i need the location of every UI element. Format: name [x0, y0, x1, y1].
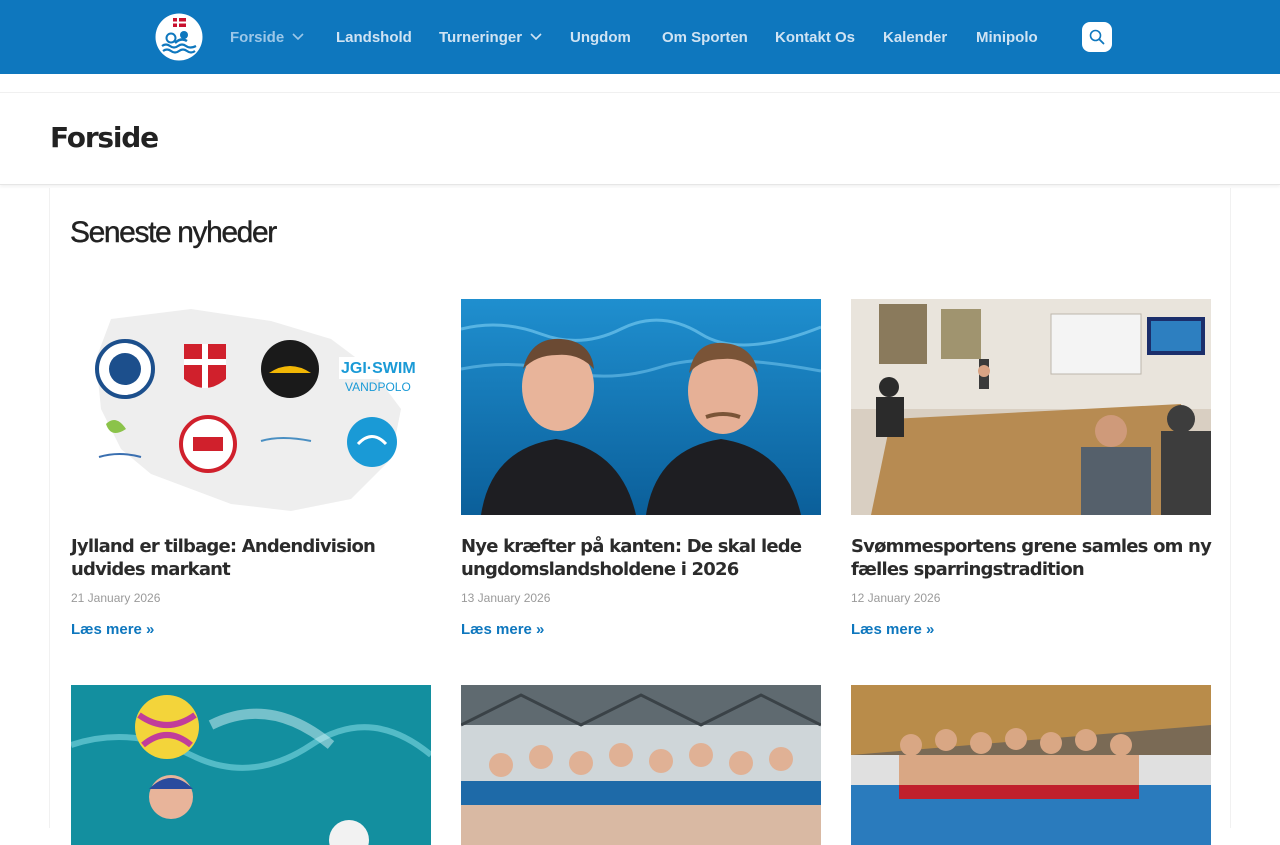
read-more-link[interactable]: Læs mere » — [71, 621, 154, 638]
meeting-room-image — [851, 299, 1211, 515]
news-card-date: 21 January 2026 — [71, 591, 161, 605]
news-card-image[interactable] — [851, 685, 1211, 845]
news-card-image[interactable]: JGI·SWIM VANDPOLO — [71, 299, 431, 515]
news-card-image[interactable] — [71, 685, 431, 845]
news-card: JGI·SWIM VANDPOLO Jylland er tilbage: An… — [71, 299, 431, 639]
svg-text:JGI·SWIM: JGI·SWIM — [341, 360, 416, 377]
nav-item-label: Minipolo — [976, 28, 1038, 46]
news-section: Seneste nyheder JGI·SWIM VANDPOLO Jyllan… — [49, 188, 1231, 845]
nav-item-kontakt-os[interactable]: Kontakt Os — [775, 27, 855, 47]
news-card-image[interactable] — [461, 685, 821, 845]
nav-item-ungdom[interactable]: Ungdom — [570, 27, 631, 47]
svg-text:VANDPOLO: VANDPOLO — [345, 380, 411, 394]
nav-item-label: Turneringer — [439, 28, 523, 46]
news-card-image[interactable] — [461, 299, 821, 515]
news-card: Nye kræfter på kanten: De skal lede ungd… — [461, 299, 821, 639]
nav-item-minipolo[interactable]: Minipolo — [976, 27, 1038, 47]
club-logos-map-image: JGI·SWIM VANDPOLO — [71, 299, 431, 515]
waterpolo-player-image — [71, 685, 431, 845]
two-men-pool-image — [461, 299, 821, 515]
search-button[interactable] — [1082, 22, 1112, 52]
news-card-image[interactable] — [851, 299, 1211, 515]
nav-item-label: Forside — [230, 28, 285, 46]
search-icon — [1089, 29, 1105, 45]
chevron-down-icon — [530, 33, 542, 41]
waterpolo-logo-icon — [155, 13, 203, 61]
site-logo[interactable] — [155, 13, 203, 61]
team-photo-pool-image — [851, 685, 1211, 845]
nav-item-landshold[interactable]: Landshold — [336, 27, 412, 47]
news-card-title[interactable]: Nye kræfter på kanten: De skal lede ungd… — [461, 535, 821, 581]
nav-item-label: Kalender — [883, 28, 948, 46]
read-more-link[interactable]: Læs mere » — [461, 621, 544, 638]
nav-item-label: Kontakt Os — [775, 28, 856, 46]
nav-item-turneringer[interactable]: Turneringer — [439, 27, 542, 47]
nav-item-om-sporten[interactable]: Om Sporten — [662, 27, 748, 47]
nav-item-label: Ungdom — [570, 28, 631, 46]
news-card-date: 12 January 2026 — [851, 591, 941, 605]
read-more-link[interactable]: Læs mere » — [851, 621, 934, 638]
chevron-down-icon — [292, 33, 304, 41]
page-title-band: Forside — [0, 92, 1280, 185]
news-card-title[interactable]: Svømmesportens grene samles om ny fælles… — [851, 535, 1212, 581]
nav-item-label: Om Sporten — [662, 28, 748, 46]
news-card-date: 13 January 2026 — [461, 591, 551, 605]
section-heading: Seneste nyheder — [70, 216, 278, 249]
news-card-title[interactable]: Jylland er tilbage: Andendivision udvide… — [71, 535, 431, 581]
nav-item-forside[interactable]: Forside — [230, 27, 304, 47]
top-navbar: Forside Landshold Turneringer Ungdom Om … — [0, 0, 1280, 74]
nav-item-label: Landshold — [336, 28, 412, 46]
nav-item-kalender[interactable]: Kalender — [883, 27, 947, 47]
news-card: Svømmesportens grene samles om ny fælles… — [851, 299, 1212, 639]
page-title: Forside — [50, 121, 159, 154]
team-photo-indoor-image — [461, 685, 821, 845]
